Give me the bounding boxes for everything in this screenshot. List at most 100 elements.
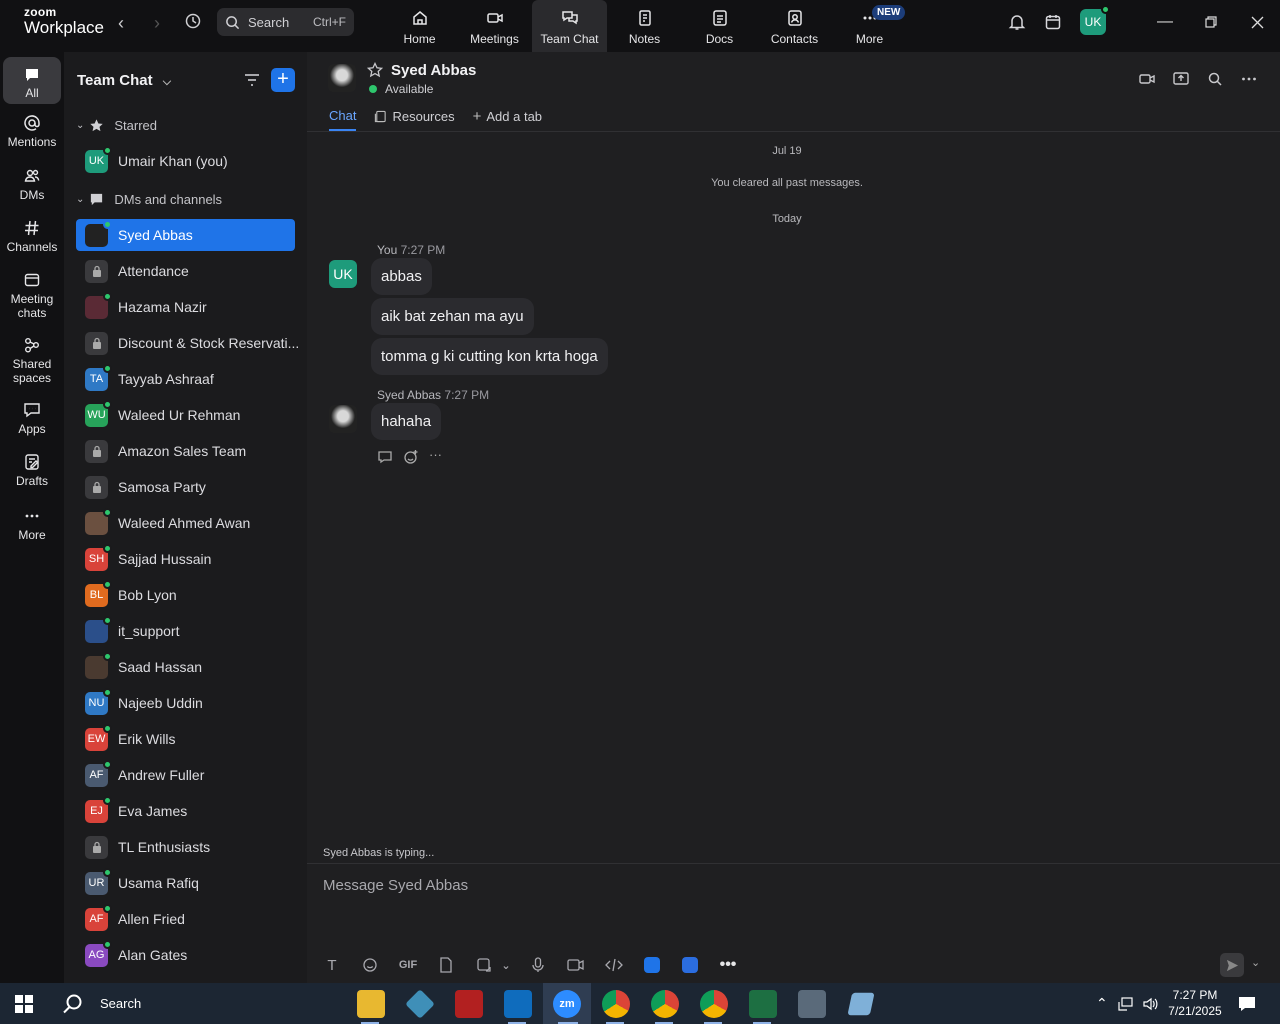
sidebar-item-saad-hassan[interactable]: Saad Hassan bbox=[76, 651, 295, 683]
message-bubble[interactable]: abbas bbox=[371, 258, 432, 295]
rail-apps[interactable]: Apps bbox=[3, 401, 61, 436]
search-box[interactable]: Search Ctrl+F bbox=[217, 8, 354, 36]
sidebar-item-waleed-ur-rehman[interactable]: WU Waleed Ur Rehman bbox=[76, 399, 295, 431]
forward-arrow-icon[interactable]: › bbox=[146, 12, 168, 34]
send-button[interactable] bbox=[1220, 953, 1244, 977]
tab-resources[interactable]: Resources bbox=[374, 108, 455, 131]
windows-start-icon[interactable] bbox=[15, 995, 33, 1013]
section-dms-channels[interactable]: ⌄ DMs and channels bbox=[76, 192, 222, 207]
calculator-icon[interactable] bbox=[798, 990, 826, 1018]
message-bubble[interactable]: aik bat zehan ma ayu bbox=[371, 298, 534, 335]
chrome-icon[interactable] bbox=[602, 990, 630, 1018]
rail-all[interactable]: All bbox=[3, 57, 61, 104]
contact-avatar[interactable] bbox=[328, 64, 356, 92]
screen-share-icon[interactable] bbox=[1172, 70, 1190, 88]
chevron-down-icon[interactable]: ⌄ bbox=[501, 954, 511, 976]
history-icon[interactable] bbox=[182, 12, 204, 34]
sidebar-item-attendance[interactable]: Attendance bbox=[76, 255, 295, 287]
calendar-icon[interactable] bbox=[1044, 13, 1062, 31]
filter-icon[interactable] bbox=[243, 72, 261, 88]
sidebar-item-amazon-sales-team[interactable]: Amazon Sales Team bbox=[76, 435, 295, 467]
message-input[interactable] bbox=[323, 874, 1223, 896]
user-avatar[interactable]: UK bbox=[1080, 5, 1110, 35]
network-icon[interactable] bbox=[1118, 996, 1134, 1012]
message-bubble[interactable]: hahaha bbox=[371, 403, 442, 440]
sidebar-item-usama-rafiq[interactable]: UR Usama Rafiq bbox=[76, 867, 295, 899]
tab-more[interactable]: NEW More bbox=[832, 0, 907, 52]
filezilla-icon[interactable] bbox=[455, 990, 483, 1018]
tab-notes[interactable]: Notes bbox=[607, 0, 682, 52]
restore-button[interactable] bbox=[1188, 16, 1234, 28]
text-format-icon[interactable]: T bbox=[321, 954, 343, 976]
video-call-icon[interactable] bbox=[1138, 70, 1156, 88]
taskbar-search[interactable]: Search bbox=[50, 983, 141, 1024]
search-icon[interactable] bbox=[1206, 70, 1224, 88]
sidebar-item-samosa-party[interactable]: Samosa Party bbox=[76, 471, 295, 503]
notifications-icon[interactable] bbox=[1238, 995, 1256, 1013]
close-button[interactable] bbox=[1234, 16, 1280, 29]
reply-icon[interactable] bbox=[377, 449, 393, 465]
minimize-button[interactable]: — bbox=[1142, 13, 1188, 31]
rail-more[interactable]: More bbox=[3, 507, 61, 542]
sidebar-item-alan-gates[interactable]: AG Alan Gates bbox=[76, 939, 295, 971]
sidebar-item-it-support[interactable]: it_support bbox=[76, 615, 295, 647]
sidebar-item-discount-stock-reservati[interactable]: Discount & Stock Reservati... bbox=[76, 327, 299, 359]
file-icon[interactable] bbox=[435, 954, 457, 976]
outlook-icon[interactable] bbox=[504, 990, 532, 1018]
code-icon[interactable] bbox=[603, 954, 625, 976]
sidebar-item-umair-khan[interactable]: UK Umair Khan (you) bbox=[76, 145, 295, 177]
tab-docs[interactable]: Docs bbox=[682, 0, 757, 52]
tab-home[interactable]: Home bbox=[382, 0, 457, 52]
more-dots-icon[interactable] bbox=[1240, 70, 1258, 88]
system-clock[interactable]: 7:27 PM 7/21/2025 bbox=[1160, 987, 1230, 1019]
microphone-icon[interactable] bbox=[527, 954, 549, 976]
avatar[interactable]: UK bbox=[329, 260, 357, 288]
sidebar-item-andrew-fuller[interactable]: AF Andrew Fuller bbox=[76, 759, 295, 791]
contact-avatar[interactable] bbox=[329, 405, 357, 433]
zoom-taskbar-icon[interactable]: zm bbox=[553, 990, 581, 1018]
video-message-icon[interactable] bbox=[565, 954, 587, 976]
more-dots-icon[interactable]: ••• bbox=[717, 954, 739, 976]
sidebar-item-syed-abbas[interactable]: Syed Abbas bbox=[76, 219, 295, 251]
tab-team-chat[interactable]: Team Chat bbox=[532, 0, 607, 52]
app-icon-blue[interactable] bbox=[641, 954, 663, 976]
new-chat-button[interactable]: + bbox=[271, 68, 295, 92]
file-explorer-icon[interactable] bbox=[357, 990, 385, 1018]
sidebar-item-sajjad-hussain[interactable]: SH Sajjad Hussain bbox=[76, 543, 295, 575]
screenshot-icon[interactable] bbox=[473, 954, 495, 976]
tab-add[interactable]: + Add a tab bbox=[473, 108, 542, 131]
volume-icon[interactable] bbox=[1142, 996, 1158, 1012]
channel-name[interactable]: Syed Abbas bbox=[391, 62, 476, 79]
sidebar-item-bob-lyon[interactable]: BL Bob Lyon bbox=[76, 579, 295, 611]
chevron-down-icon[interactable]: ⌄ bbox=[1251, 956, 1260, 969]
section-starred[interactable]: ⌄ Starred bbox=[76, 118, 157, 133]
sidebar-item-allen-fried[interactable]: AF Allen Fried bbox=[76, 903, 295, 935]
app-diamond-icon[interactable] bbox=[405, 989, 435, 1019]
sidebar-item-tayyab-ashraaf[interactable]: TA Tayyab Ashraaf bbox=[76, 363, 295, 395]
rail-mentions[interactable]: Mentions bbox=[3, 114, 61, 149]
sidebar-item-waleed-ahmed-awan[interactable]: Waleed Ahmed Awan bbox=[76, 507, 295, 539]
excel-icon[interactable] bbox=[749, 990, 777, 1018]
sidebar-title[interactable]: Team Chat ⌵ bbox=[77, 72, 171, 89]
rail-dms[interactable]: DMs bbox=[3, 167, 61, 202]
sidebar-item-erik-wills[interactable]: EW Erik Wills bbox=[76, 723, 295, 755]
star-outline-icon[interactable] bbox=[367, 62, 383, 78]
bell-icon[interactable] bbox=[1008, 13, 1026, 31]
tab-meetings[interactable]: Meetings bbox=[457, 0, 532, 52]
add-reaction-icon[interactable] bbox=[403, 449, 419, 465]
chrome-icon[interactable] bbox=[700, 990, 728, 1018]
more-dots-icon[interactable]: ··· bbox=[429, 448, 442, 465]
rail-channels[interactable]: Channels bbox=[3, 219, 61, 254]
rail-drafts[interactable]: Drafts bbox=[3, 453, 61, 488]
tray-chevron-icon[interactable]: ⌃ bbox=[1096, 995, 1108, 1012]
sidebar-item-najeeb-uddin[interactable]: NU Najeeb Uddin bbox=[76, 687, 295, 719]
rail-meeting-chats[interactable]: Meeting chats bbox=[3, 271, 61, 320]
rail-shared-spaces[interactable]: Shared spaces bbox=[3, 336, 61, 385]
back-arrow-icon[interactable]: ‹ bbox=[110, 12, 132, 34]
chrome-icon[interactable] bbox=[651, 990, 679, 1018]
app-icon-zoom[interactable] bbox=[679, 954, 701, 976]
app-icon[interactable] bbox=[847, 992, 875, 1016]
tab-contacts[interactable]: Contacts bbox=[757, 0, 832, 52]
gif-button[interactable]: GIF bbox=[397, 954, 419, 976]
sidebar-item-eva-james[interactable]: EJ Eva James bbox=[76, 795, 295, 827]
